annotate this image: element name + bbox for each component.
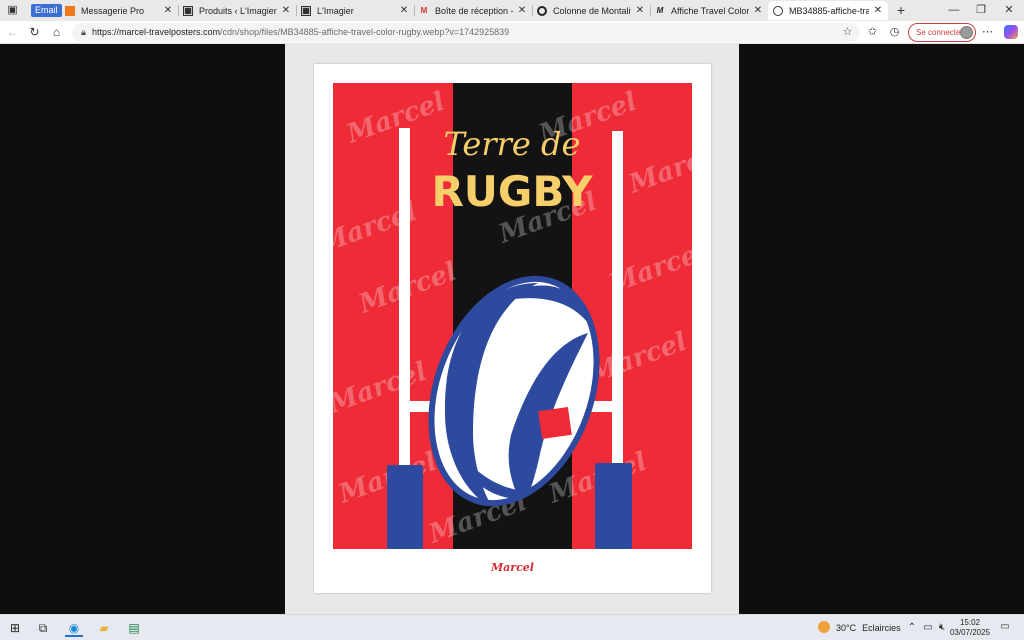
url-text[interactable]: https://marcel-travelposters.com/cdn/sho…	[92, 23, 509, 42]
home-button[interactable]: ⌂	[49, 25, 64, 40]
file-explorer-icon[interactable]: ▰	[95, 619, 113, 637]
sign-in-button[interactable]: Se connecter	[908, 23, 976, 42]
tab-actions-icon[interactable]: ▣	[6, 4, 19, 17]
left-goal-post	[399, 128, 410, 483]
tab-label: L'Imagier	[317, 5, 354, 16]
globe-icon	[773, 5, 783, 16]
volume-muted-icon[interactable]: 🔇︎	[936, 621, 948, 635]
avatar	[960, 26, 973, 39]
address-bar[interactable]: 🔒︎ https://marcel-travelposters.com/cdn/…	[72, 23, 860, 42]
close-icon[interactable]: ✕	[399, 5, 409, 16]
battery-icon[interactable]: ▭	[922, 621, 934, 635]
favorite-star-icon[interactable]: ☆	[841, 26, 854, 39]
weather-sun-icon	[818, 621, 830, 633]
more-menu-icon[interactable]: ⋯	[981, 26, 994, 39]
weather-widget[interactable]: 30°C Eclaircies	[818, 620, 901, 636]
tab-affiche[interactable]: M Affiche Travel Color "Rug ✕	[650, 1, 768, 20]
url-host: https://marcel-travelposters.com	[92, 27, 221, 37]
right-goal-post	[612, 131, 623, 483]
tab-colonne[interactable]: Colonne de Montalivet ✕	[532, 1, 650, 20]
tab-label: Messagerie Pro	[81, 5, 145, 16]
browser-toolbar: ← ↻ ⌂ 🔒︎ https://marcel-travelposters.co…	[0, 21, 1024, 44]
weather-description: Eclaircies	[862, 623, 901, 633]
circle-icon	[537, 5, 547, 16]
tab-label: Affiche Travel Color "Rug	[671, 5, 749, 16]
tab-active-image[interactable]: MB34885-affiche-travel- ✕	[768, 1, 888, 20]
favorites-icon[interactable]: ✩	[866, 26, 879, 39]
marcel-icon: M	[656, 6, 664, 15]
tab-label: Boîte de réception - lima	[435, 5, 513, 16]
spreadsheet-app-icon[interactable]: ▤	[125, 619, 143, 637]
image-viewport: Marcel Marcel Marcel Marcel Marcel Marce…	[0, 44, 1024, 614]
tab-produits[interactable]: ▦ Produits ‹ L'Imagier — W ✕	[178, 1, 296, 20]
clock-time: 15:02	[959, 618, 981, 627]
weather-temperature: 30°C	[836, 623, 857, 633]
email-tab-badge[interactable]: Email	[31, 4, 62, 17]
tab-label: Produits ‹ L'Imagier — W	[199, 5, 277, 16]
left-post-pad	[387, 465, 423, 549]
poster-artwork: Marcel Marcel Marcel Marcel Marcel Marce…	[333, 83, 692, 549]
imagier-icon: ▦	[183, 5, 193, 16]
gmail-icon: M	[420, 6, 428, 15]
right-post-pad	[595, 463, 632, 549]
poster-brand-logo: Marcel	[491, 561, 534, 574]
close-icon[interactable]: ✕	[635, 5, 645, 16]
clock-date: 03/07/2025	[949, 628, 991, 637]
close-icon[interactable]: ✕	[753, 5, 763, 16]
system-clock[interactable]: 15:02 03/07/2025	[948, 618, 992, 638]
imagier-icon: ▦	[301, 5, 311, 16]
poster-title-line2: RUGBY	[431, 167, 593, 216]
close-icon[interactable]: ✕	[517, 5, 527, 16]
tab-messagerie[interactable]: Messagerie Pro ✕	[60, 1, 178, 20]
minimize-button[interactable]: —	[943, 2, 965, 18]
chevron-up-icon[interactable]: ⌃	[906, 621, 918, 635]
tab-label: MB34885-affiche-travel-	[789, 5, 869, 16]
tab-gmail[interactable]: M Boîte de réception - lima ✕	[414, 1, 532, 20]
task-view-icon[interactable]: ⧉	[34, 619, 52, 637]
edge-icon[interactable]: ◉	[65, 619, 83, 637]
close-icon[interactable]: ✕	[873, 5, 883, 16]
new-tab-button[interactable]: +	[893, 2, 909, 18]
notifications-icon[interactable]: ▭	[999, 621, 1011, 633]
tab-label: Colonne de Montalivet	[553, 5, 631, 16]
poster-title-line1: Terre de	[444, 125, 581, 163]
site-info-icon[interactable]: 🔒︎	[78, 26, 89, 39]
reload-button[interactable]: ↻	[27, 25, 42, 40]
orange-square-icon	[65, 5, 75, 16]
start-button[interactable]: ⊞	[6, 619, 24, 637]
close-icon[interactable]: ✕	[281, 5, 291, 16]
history-icon[interactable]: ◷	[888, 26, 901, 39]
sign-in-label: Se connecter	[916, 28, 964, 37]
url-path: /cdn/shop/files/MB34885-affiche-travel-c…	[220, 27, 510, 37]
restore-button[interactable]: ❐	[970, 2, 992, 18]
windows-taskbar: ⊞ ⧉ ◉ ▰ ▤ 30°C Eclaircies ⌃ ▭ 🔇︎ 15:02 03…	[0, 614, 1024, 640]
close-window-button[interactable]: ✕	[998, 2, 1020, 18]
back-button[interactable]: ←	[5, 25, 20, 40]
copilot-icon[interactable]	[1004, 25, 1018, 39]
tab-strip: ▣ Email Messagerie Pro ✕ ▦ Produits ‹ L'…	[0, 0, 1024, 21]
close-icon[interactable]: ✕	[163, 5, 173, 16]
tab-imagier[interactable]: ▦ L'Imagier ✕	[296, 1, 414, 20]
image-display: Marcel Marcel Marcel Marcel Marcel Marce…	[285, 44, 739, 614]
ball-red-patch	[538, 407, 572, 439]
poster-image: Marcel Marcel Marcel Marcel Marcel Marce…	[314, 64, 711, 593]
